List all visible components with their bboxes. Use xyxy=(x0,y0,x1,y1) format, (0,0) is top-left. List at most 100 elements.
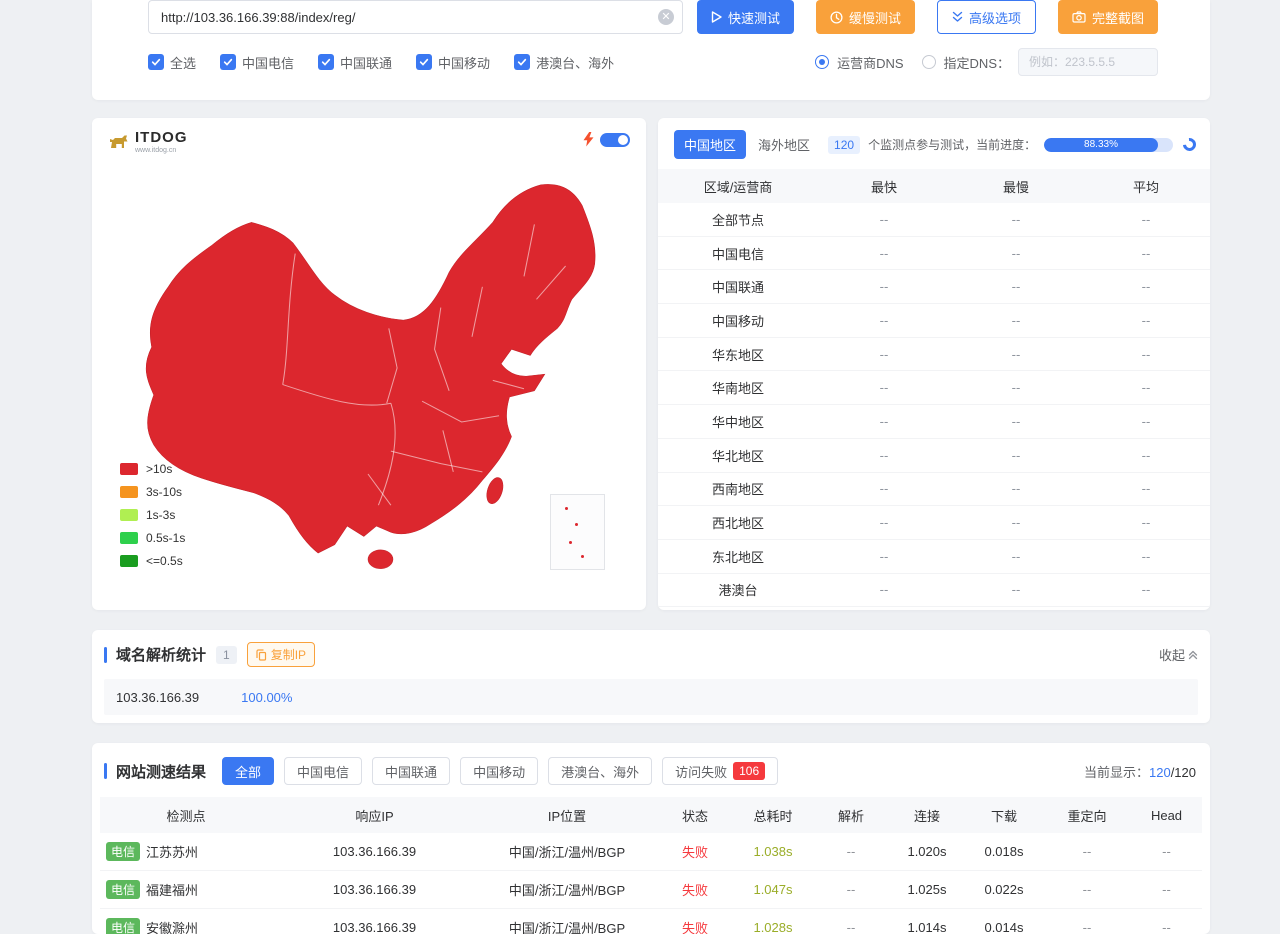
results-filter-label: 港澳台、海外 xyxy=(561,762,639,781)
custom-dns-radio[interactable] xyxy=(922,55,936,69)
resolve-time-cell: -- xyxy=(813,882,889,897)
display-count-label: 当前显示： xyxy=(1084,765,1149,780)
results-table-body: 电信江苏苏州103.36.166.39中国/浙江/温州/BGP失败1.038s-… xyxy=(100,833,1202,934)
results-filter-button[interactable]: 港澳台、海外 xyxy=(548,757,652,785)
full-screenshot-button[interactable]: 完整截图 xyxy=(1058,0,1158,34)
isp-checkbox-label: 全选 xyxy=(170,53,196,72)
collapse-toggle[interactable]: 收起 xyxy=(1159,645,1198,664)
results-panel: 网站测速结果 全部中国电信中国联通中国移动港澳台、海外访问失败106 当前显示：… xyxy=(92,743,1210,934)
results-filter-button[interactable]: 访问失败106 xyxy=(662,757,778,785)
legend-swatch xyxy=(120,532,138,544)
isp-badge: 电信 xyxy=(106,918,140,934)
region-table-row: 全部节点------ xyxy=(658,203,1210,237)
status-cell: 失败 xyxy=(657,880,733,899)
results-filter-button[interactable]: 中国移动 xyxy=(460,757,538,785)
legend-swatch xyxy=(120,555,138,567)
itdog-logo[interactable]: ITDOG www.itdog.cn xyxy=(108,130,188,154)
region-table-row: 华东地区------ xyxy=(658,338,1210,372)
isp-checkbox[interactable]: 全选 xyxy=(148,53,196,72)
results-filter-button[interactable]: 全部 xyxy=(222,757,274,785)
quick-test-button[interactable]: 快速测试 xyxy=(697,0,794,34)
legend-swatch xyxy=(120,509,138,521)
isp-checkbox[interactable]: 中国联通 xyxy=(318,53,392,72)
node-cell: 电信安徽滁州 xyxy=(100,918,272,934)
region-table-body: 全部节点------中国电信------中国联通------中国移动------… xyxy=(658,203,1210,607)
average-value: -- xyxy=(1082,448,1210,463)
results-col-header: 连接 xyxy=(889,806,965,825)
tab-china-region[interactable]: 中国地区 xyxy=(674,130,746,159)
custom-dns-input[interactable] xyxy=(1018,48,1158,76)
slowest-value: -- xyxy=(950,279,1082,294)
download-time-cell: 0.018s xyxy=(965,844,1043,859)
full-screenshot-label: 完整截图 xyxy=(1092,8,1144,27)
url-input[interactable] xyxy=(148,0,683,34)
clear-url-icon[interactable]: ✕ xyxy=(658,9,674,25)
slowest-value: -- xyxy=(950,448,1082,463)
carrier-dns-radio[interactable] xyxy=(815,55,829,69)
connect-time-cell: 1.025s xyxy=(889,882,965,897)
advanced-options-button[interactable]: 高级选项 xyxy=(937,0,1036,34)
region-table-row: 中国电信------ xyxy=(658,237,1210,271)
slowest-value: -- xyxy=(950,246,1082,261)
slow-test-label: 缓慢测试 xyxy=(849,8,901,27)
loading-spinner-icon xyxy=(1180,135,1198,153)
region-name: 港澳台 xyxy=(658,580,818,599)
tab-overseas-region[interactable]: 海外地区 xyxy=(754,130,820,159)
map-tools xyxy=(583,132,630,147)
copy-ip-button[interactable]: 复制IP xyxy=(247,642,315,667)
main-row: ITDOG www.itdog.cn xyxy=(92,118,1210,610)
carrier-dns-label: 运营商DNS xyxy=(837,53,903,72)
slow-test-button[interactable]: 缓慢测试 xyxy=(816,0,915,34)
download-time-cell: 0.014s xyxy=(965,920,1043,934)
region-table-row: 西南地区------ xyxy=(658,473,1210,507)
average-value: -- xyxy=(1082,582,1210,597)
clock-icon xyxy=(830,11,843,24)
slowest-value: -- xyxy=(950,313,1082,328)
results-col-header: 下载 xyxy=(965,806,1043,825)
legend-label: 0.5s-1s xyxy=(146,531,185,545)
custom-dns-label: 指定DNS： xyxy=(944,53,1010,72)
isp-checkbox[interactable]: 港澳台、海外 xyxy=(514,53,614,72)
results-col-header: IP位置 xyxy=(477,806,657,825)
south-china-sea-inset xyxy=(550,494,605,570)
head-time-cell: -- xyxy=(1131,882,1202,897)
result-row: 电信江苏苏州103.36.166.39中国/浙江/温州/BGP失败1.038s-… xyxy=(100,833,1202,871)
results-table-header: 检测点响应IPIP位置状态总耗时解析连接下载重定向Head xyxy=(100,797,1202,833)
slowest-value: -- xyxy=(950,212,1082,227)
map-panel: ITDOG www.itdog.cn xyxy=(92,118,646,610)
node-cell: 电信江苏苏州 xyxy=(100,842,272,861)
results-filter-button[interactable]: 中国电信 xyxy=(284,757,362,785)
map-mode-toggle[interactable] xyxy=(600,133,630,147)
download-time-cell: 0.022s xyxy=(965,882,1043,897)
slowest-value: -- xyxy=(950,347,1082,362)
results-filter-label: 中国移动 xyxy=(473,762,525,781)
results-filter-button[interactable]: 中国联通 xyxy=(372,757,450,785)
logo-text: ITDOG www.itdog.cn xyxy=(135,130,188,154)
legend-label: 3s-10s xyxy=(146,485,182,499)
isp-checkbox[interactable]: 中国电信 xyxy=(220,53,294,72)
fastest-value: -- xyxy=(818,515,950,530)
slowest-value: -- xyxy=(950,582,1082,597)
legend-item: 0.5s-1s xyxy=(120,531,185,545)
status-cell: 失败 xyxy=(657,918,733,934)
dns-stat-row: 103.36.166.39100.00% xyxy=(104,679,1198,715)
progress-bar: 88.33% xyxy=(1044,138,1173,152)
checkbox-checked-icon xyxy=(416,54,432,70)
slowest-value: -- xyxy=(950,549,1082,564)
legend-item: >10s xyxy=(120,462,185,476)
checkbox-checked-icon xyxy=(514,54,530,70)
region-col-header: 最快 xyxy=(818,177,950,196)
fastest-value: -- xyxy=(818,313,950,328)
section-accent-bar xyxy=(104,647,107,663)
fastest-value: -- xyxy=(818,582,950,597)
average-value: -- xyxy=(1082,549,1210,564)
results-filter-label: 访问失败 xyxy=(675,762,727,781)
response-ip-cell: 103.36.166.39 xyxy=(272,882,477,897)
results-col-header: 总耗时 xyxy=(733,806,813,825)
checkbox-checked-icon xyxy=(318,54,334,70)
resolved-ip: 103.36.166.39 xyxy=(116,690,199,705)
region-name: 华南地区 xyxy=(658,378,818,397)
isp-checkbox[interactable]: 中国移动 xyxy=(416,53,490,72)
result-row: 电信福建福州103.36.166.39中国/浙江/温州/BGP失败1.047s-… xyxy=(100,871,1202,909)
average-value: -- xyxy=(1082,481,1210,496)
